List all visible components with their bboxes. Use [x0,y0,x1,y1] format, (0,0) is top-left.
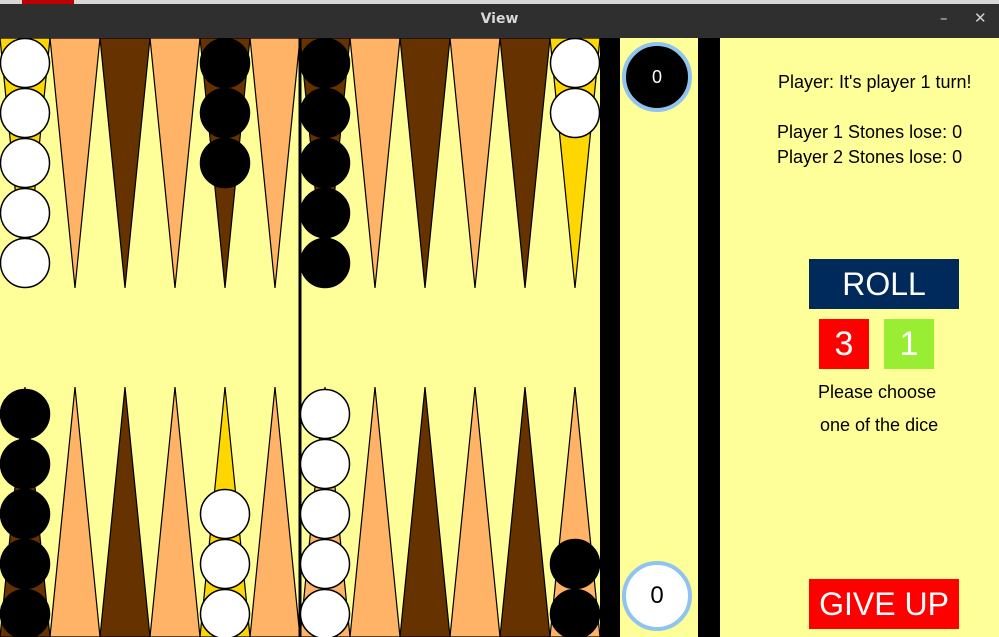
black-checker[interactable] [299,87,351,139]
black-checker[interactable] [199,87,251,139]
white-checker[interactable] [549,38,600,89]
backgammon-board [0,38,600,637]
white-checker[interactable] [299,488,351,540]
black-checker[interactable] [299,38,351,89]
white-checker[interactable] [299,388,351,440]
white-checker[interactable] [199,488,251,540]
board-point-top[interactable] [499,38,551,289]
player1-stones-lost: Player 1 Stones lose: 0 [777,122,963,142]
board-point-top[interactable] [99,38,151,289]
board-point-top[interactable] [49,38,101,289]
board-point-top[interactable] [149,38,201,289]
white-checker[interactable] [0,237,51,289]
board-point-bottom[interactable] [349,386,401,637]
white-bar-counter[interactable]: 0 [622,561,692,631]
white-checker[interactable] [0,38,51,89]
white-checker[interactable] [549,87,600,139]
give-up-button[interactable]: GIVE UP [809,579,959,629]
board-bar [600,38,720,637]
dice-instruction-line2: one of the dice [820,415,939,435]
roll-button[interactable]: ROLL [809,259,959,309]
white-checker[interactable] [199,588,251,637]
turn-status: Player: It's player 1 turn! [778,72,972,92]
white-checker[interactable] [299,438,351,490]
board-point-bottom[interactable] [99,386,151,637]
white-checker[interactable] [199,538,251,590]
black-checker[interactable] [199,38,251,89]
black-checker[interactable] [299,137,351,189]
board-point-bottom[interactable] [49,386,101,637]
black-checker[interactable] [199,137,251,189]
close-icon[interactable]: ✕ [974,9,987,27]
window-title: View [480,11,519,27]
board-point-bottom[interactable] [449,386,501,637]
player2-stones-lost: Player 2 Stones lose: 0 [777,147,963,167]
black-bar-counter[interactable]: 0 [622,42,692,112]
board-point-top[interactable] [399,38,451,289]
titlebar-top-strip [0,0,999,4]
black-checker[interactable] [549,588,600,637]
die-two[interactable]: 1 [884,319,934,369]
black-checker[interactable] [549,538,600,590]
black-checker[interactable] [299,187,351,239]
white-checker[interactable] [0,87,51,139]
board-point-bottom[interactable] [399,386,451,637]
black-checker[interactable] [0,588,51,637]
white-checker[interactable] [299,538,351,590]
bar-tray [620,38,698,637]
dice-instruction-line1: Please choose [818,382,937,402]
board-point-top[interactable] [249,38,301,289]
board-point-bottom[interactable] [249,386,301,637]
window-titlebar: View – ✕ [0,0,999,38]
white-checker[interactable] [0,137,51,189]
black-checker[interactable] [0,488,51,540]
die-one[interactable]: 3 [819,319,869,369]
board-point-top[interactable] [349,38,401,289]
titlebar-red-marker [22,0,74,4]
board-point-bottom[interactable] [149,386,201,637]
black-checker[interactable] [299,237,351,289]
white-checker[interactable] [0,187,51,239]
black-checker[interactable] [0,388,51,440]
board-canvas [0,38,600,637]
black-checker[interactable] [0,438,51,490]
black-checker[interactable] [0,538,51,590]
white-checker[interactable] [299,588,351,637]
minimize-icon[interactable]: – [940,9,948,27]
board-point-top[interactable] [449,38,501,289]
board-point-bottom[interactable] [499,386,551,637]
